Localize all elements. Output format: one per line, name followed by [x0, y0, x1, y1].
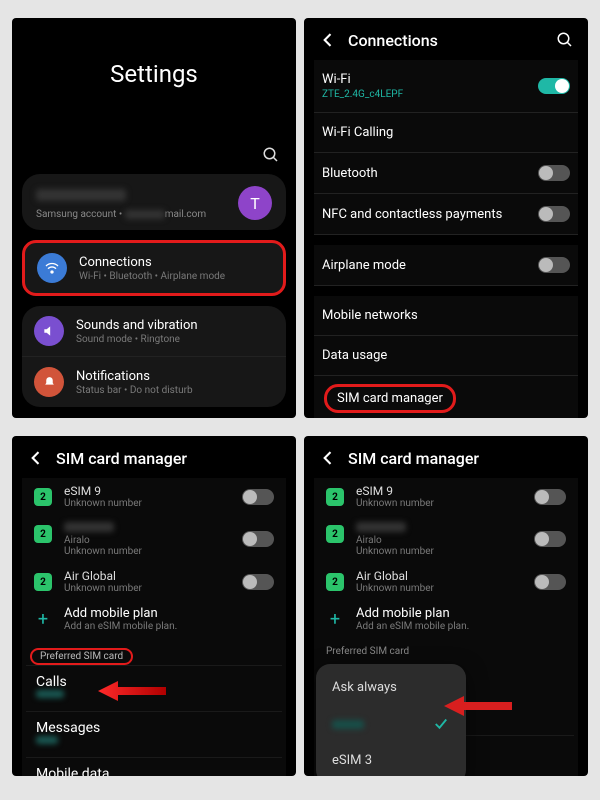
sounds-row[interactable]: Sounds and vibration Sound mode • Ringto… — [22, 306, 286, 356]
search-icon[interactable] — [262, 146, 280, 164]
check-icon — [432, 715, 450, 733]
sim-select-popup: Ask always eSIM 3 — [316, 664, 466, 776]
sim-toggle[interactable] — [534, 574, 566, 590]
notifications-row[interactable]: Notifications Status bar • Do not distur… — [22, 356, 286, 407]
preferred-sim-label: Preferred SIM card — [318, 638, 574, 659]
bluetooth-row[interactable]: Bluetooth — [314, 153, 578, 194]
nfc-toggle[interactable] — [538, 206, 570, 222]
sim-toggle[interactable] — [534, 489, 566, 505]
nfc-row[interactable]: NFC and contactless payments — [314, 194, 578, 235]
avatar[interactable]: T — [238, 186, 272, 220]
sim-toggle[interactable] — [242, 531, 274, 547]
sim-toggle[interactable] — [242, 489, 274, 505]
row-sub: Wi-Fi • Bluetooth • Airplane mode — [79, 271, 271, 282]
calls-row[interactable]: Calls — [26, 665, 282, 711]
page-title: SIM card manager — [348, 449, 479, 468]
mobile-data-row[interactable]: Mobile dataeSIM 3 — [26, 757, 282, 776]
wifi-calling-row[interactable]: Wi-Fi Calling — [314, 113, 578, 153]
popup-option[interactable]: Ask always — [316, 670, 466, 705]
page-title: SIM card manager — [56, 449, 187, 468]
page-title: Settings — [22, 60, 286, 88]
row-title: Connections — [79, 255, 271, 270]
plus-icon: + — [34, 609, 52, 630]
popup-option-selected[interactable] — [316, 705, 466, 743]
add-plan-row[interactable]: +Add mobile planAdd an eSIM mobile plan. — [318, 600, 574, 638]
panel-settings-home: Settings Samsung account • mail.com T Co… — [12, 18, 296, 418]
plus-icon: + — [326, 609, 344, 630]
sim-row[interactable]: 2eSIM 9Unknown number — [318, 478, 574, 515]
airplane-row[interactable]: Airplane mode — [314, 245, 578, 286]
wifi-toggle[interactable] — [538, 78, 570, 94]
account-name-redacted — [36, 189, 126, 201]
sim-toggle[interactable] — [534, 531, 566, 547]
connections-row[interactable]: Connections Wi-Fi • Bluetooth • Airplane… — [25, 243, 283, 293]
sim-row[interactable]: 2Air GlobalUnknown number — [318, 563, 574, 600]
airplane-toggle[interactable] — [538, 257, 570, 273]
bell-icon — [34, 367, 64, 397]
mobile-networks-row[interactable]: Mobile networks — [314, 296, 578, 336]
wifi-icon — [37, 253, 67, 283]
page-title: Connections — [348, 31, 438, 50]
sim-manager-row[interactable]: SIM card manager — [314, 376, 578, 418]
panel-sim-manager-b: SIM card manager 2eSIM 9Unknown number 2… — [304, 436, 588, 776]
highlight: SIM card manager — [324, 384, 456, 413]
sim-row[interactable]: 2Air GlobalUnknown number — [26, 563, 282, 600]
search-icon[interactable] — [556, 31, 574, 49]
bluetooth-toggle[interactable] — [538, 165, 570, 181]
sim-row[interactable]: 2AiraloUnknown number — [26, 515, 282, 563]
panel-sim-manager-a: SIM card manager 2eSIM 9Unknown number 2… — [12, 436, 296, 776]
panel-connections: Connections Wi-FiZTE_2.4G_c4LEPF Wi-Fi C… — [304, 18, 588, 418]
sim-row[interactable]: 2AiraloUnknown number — [318, 515, 574, 563]
wifi-row[interactable]: Wi-FiZTE_2.4G_c4LEPF — [314, 60, 578, 113]
account-row[interactable]: Samsung account • mail.com T — [22, 174, 286, 230]
popup-option[interactable]: eSIM 3 — [316, 743, 466, 776]
preferred-sim-label: Preferred SIM card — [30, 648, 133, 665]
sim-row[interactable]: 2eSIM 9Unknown number — [26, 478, 282, 515]
account-sub: Samsung account • mail.com — [36, 209, 238, 220]
sim-toggle[interactable] — [242, 574, 274, 590]
back-icon[interactable] — [318, 30, 338, 50]
back-icon[interactable] — [26, 448, 46, 468]
add-plan-row[interactable]: +Add mobile planAdd an eSIM mobile plan. — [26, 600, 282, 638]
messages-row[interactable]: Messages — [26, 711, 282, 757]
back-icon[interactable] — [318, 448, 338, 468]
data-usage-row[interactable]: Data usage — [314, 336, 578, 376]
sound-icon — [34, 316, 64, 346]
